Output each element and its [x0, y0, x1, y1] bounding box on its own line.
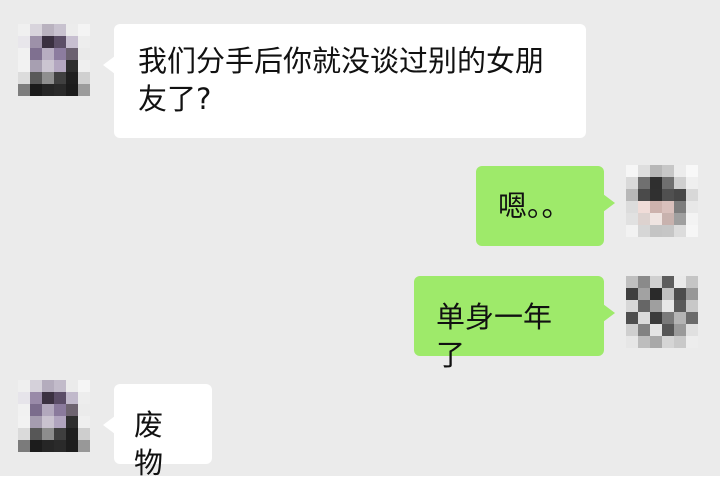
bubble-tail — [603, 304, 615, 322]
message-text: 单身一年了 — [436, 300, 553, 372]
message-text: 废物 — [134, 408, 164, 480]
message-text: 我们分手后你就没谈过别的女朋 友了? — [138, 44, 545, 116]
chat-area: 我们分手后你就没谈过别的女朋 友了? 嗯。。 单身一年了 废物 — [0, 0, 720, 480]
bubble-tail — [103, 416, 115, 434]
message-bubble-outgoing[interactable]: 单身一年了 — [414, 276, 615, 372]
self-avatar[interactable] — [626, 165, 698, 237]
pixelated-avatar-icon — [18, 24, 90, 96]
self-avatar[interactable] — [626, 276, 698, 348]
contact-avatar[interactable] — [18, 380, 90, 452]
message-text: 嗯。。 — [498, 189, 571, 223]
pixelated-avatar-icon — [626, 276, 698, 348]
message-bubble-outgoing[interactable]: 嗯。。 — [476, 166, 615, 246]
bubble-tail — [103, 56, 115, 74]
contact-avatar[interactable] — [18, 24, 90, 96]
pixelated-avatar-icon — [626, 165, 698, 237]
bubble-tail — [603, 194, 615, 212]
message-bubble-incoming[interactable]: 废物 — [103, 384, 212, 480]
pixelated-avatar-icon — [18, 380, 90, 452]
bottom-border-strip — [0, 476, 720, 503]
message-bubble-incoming[interactable]: 我们分手后你就没谈过别的女朋 友了? — [103, 24, 586, 138]
